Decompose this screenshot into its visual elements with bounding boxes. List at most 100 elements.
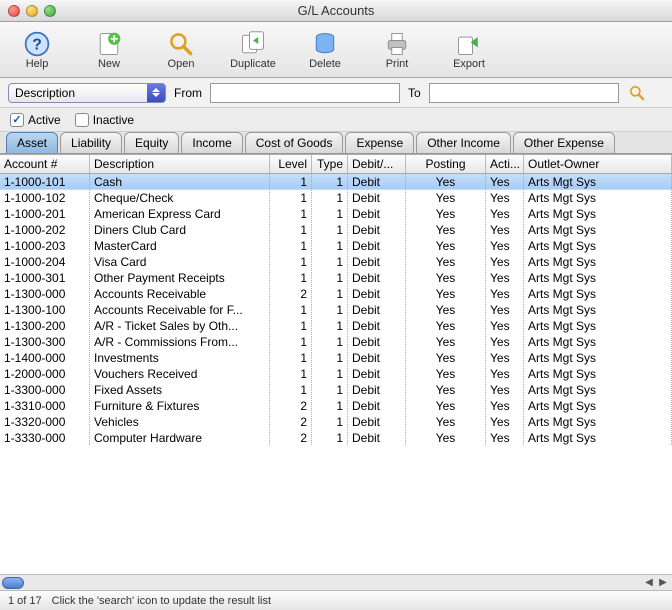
active-checkbox[interactable]: ✓ Active xyxy=(10,113,61,127)
tab-liability[interactable]: Liability xyxy=(60,132,122,153)
cell: 2 xyxy=(270,414,312,429)
cell: Yes xyxy=(406,414,486,429)
delete-button[interactable]: Delete xyxy=(298,30,352,70)
column-header[interactable]: Debit/... xyxy=(348,155,406,173)
cell: 1 xyxy=(312,382,348,397)
cell: 1-3300-000 xyxy=(0,382,90,397)
cell: Vehicles xyxy=(90,414,270,429)
toolbar: ? Help New Open Duplicate Delete Print E… xyxy=(0,22,672,78)
cell: Yes xyxy=(406,238,486,253)
inactive-checkbox[interactable]: Inactive xyxy=(75,113,134,127)
from-input[interactable] xyxy=(210,83,400,103)
cell: American Express Card xyxy=(90,206,270,221)
cell: Arts Mgt Sys xyxy=(524,174,672,189)
table-row[interactable]: 1-1300-200A/R - Ticket Sales by Oth...11… xyxy=(0,318,672,334)
cell: 1-1300-300 xyxy=(0,334,90,349)
table-row[interactable]: 1-1000-102Cheque/Check11DebitYesYesArts … xyxy=(0,190,672,206)
cell: 1 xyxy=(312,238,348,253)
to-input[interactable] xyxy=(429,83,619,103)
cell: Yes xyxy=(486,382,524,397)
open-button[interactable]: Open xyxy=(154,30,208,70)
search-field-dropdown[interactable]: Description xyxy=(8,83,166,103)
search-bar: Description From To xyxy=(0,78,672,108)
cell: Yes xyxy=(406,382,486,397)
cell: Accounts Receivable for F... xyxy=(90,302,270,317)
column-header[interactable]: Acti... xyxy=(486,155,524,173)
table-row[interactable]: 1-1000-202Diners Club Card11DebitYesYesA… xyxy=(0,222,672,238)
cell: Debit xyxy=(348,254,406,269)
cell: Arts Mgt Sys xyxy=(524,318,672,333)
cell: Debit xyxy=(348,174,406,189)
export-icon xyxy=(455,30,483,58)
cell: 1 xyxy=(312,350,348,365)
horizontal-scrollbar[interactable]: ◀ ▶ xyxy=(0,574,672,590)
cell: Arts Mgt Sys xyxy=(524,382,672,397)
tab-other-expense[interactable]: Other Expense xyxy=(513,132,615,153)
duplicate-button[interactable]: Duplicate xyxy=(226,30,280,70)
cell: Visa Card xyxy=(90,254,270,269)
table-row[interactable]: 1-1300-100Accounts Receivable for F...11… xyxy=(0,302,672,318)
help-button[interactable]: ? Help xyxy=(10,30,64,70)
table-row[interactable]: 1-1400-000Investments11DebitYesYesArts M… xyxy=(0,350,672,366)
cell: 1 xyxy=(270,382,312,397)
scroll-right-icon[interactable]: ▶ xyxy=(656,577,670,589)
cell: Fixed Assets xyxy=(90,382,270,397)
cell: Debit xyxy=(348,430,406,445)
open-icon xyxy=(167,30,195,58)
status-count: 1 of 17 xyxy=(8,595,42,607)
search-button[interactable] xyxy=(627,83,647,103)
table-row[interactable]: 1-3320-000Vehicles21DebitYesYesArts Mgt … xyxy=(0,414,672,430)
column-header[interactable]: Level xyxy=(270,155,312,173)
table-row[interactable]: 1-1300-000Accounts Receivable21DebitYesY… xyxy=(0,286,672,302)
cell: 1 xyxy=(312,174,348,189)
cell: Yes xyxy=(486,190,524,205)
scroll-left-icon[interactable]: ◀ xyxy=(642,577,656,589)
cell: 1 xyxy=(312,286,348,301)
cell: Arts Mgt Sys xyxy=(524,238,672,253)
scrollbar-thumb[interactable] xyxy=(2,577,24,589)
cell: A/R - Commissions From... xyxy=(90,334,270,349)
table-row[interactable]: 1-1000-101Cash11DebitYesYesArts Mgt Sys xyxy=(0,174,672,190)
tab-cost-of-goods[interactable]: Cost of Goods xyxy=(245,132,344,153)
table-row[interactable]: 1-1000-301Other Payment Receipts11DebitY… xyxy=(0,270,672,286)
table-row[interactable]: 1-3330-000Computer Hardware21DebitYesYes… xyxy=(0,430,672,446)
table-row[interactable]: 1-1000-203MasterCard11DebitYesYesArts Mg… xyxy=(0,238,672,254)
table-row[interactable]: 1-3300-000Fixed Assets11DebitYesYesArts … xyxy=(0,382,672,398)
cell: Yes xyxy=(406,334,486,349)
cell: Arts Mgt Sys xyxy=(524,430,672,445)
new-button[interactable]: New xyxy=(82,30,136,70)
tab-income[interactable]: Income xyxy=(181,132,242,153)
dropdown-arrows-icon xyxy=(147,84,165,102)
cell: Debit xyxy=(348,206,406,221)
cell: 1 xyxy=(270,334,312,349)
column-header[interactable]: Description xyxy=(90,155,270,173)
column-header[interactable]: Posting xyxy=(406,155,486,173)
table-row[interactable]: 1-3310-000Furniture & Fixtures21DebitYes… xyxy=(0,398,672,414)
cell: 1-1000-201 xyxy=(0,206,90,221)
column-header[interactable]: Account # xyxy=(0,155,90,173)
cell: Yes xyxy=(486,334,524,349)
export-button[interactable]: Export xyxy=(442,30,496,70)
cell: A/R - Ticket Sales by Oth... xyxy=(90,318,270,333)
tab-expense[interactable]: Expense xyxy=(345,132,414,153)
cell: Debit xyxy=(348,286,406,301)
table-header: Account #DescriptionLevelTypeDebit/...Po… xyxy=(0,155,672,174)
table-body: 1-1000-101Cash11DebitYesYesArts Mgt Sys1… xyxy=(0,174,672,446)
cell: 1 xyxy=(312,430,348,445)
tab-equity[interactable]: Equity xyxy=(124,132,179,153)
category-tabs: AssetLiabilityEquityIncomeCost of GoodsE… xyxy=(0,132,672,154)
table-row[interactable]: 1-1000-201American Express Card11DebitYe… xyxy=(0,206,672,222)
cell: Arts Mgt Sys xyxy=(524,270,672,285)
print-button[interactable]: Print xyxy=(370,30,424,70)
table-row[interactable]: 1-1000-204Visa Card11DebitYesYesArts Mgt… xyxy=(0,254,672,270)
tab-asset[interactable]: Asset xyxy=(6,132,58,153)
column-header[interactable]: Type xyxy=(312,155,348,173)
cell: 1-1400-000 xyxy=(0,350,90,365)
table-row[interactable]: 1-1300-300A/R - Commissions From...11Deb… xyxy=(0,334,672,350)
tab-other-income[interactable]: Other Income xyxy=(416,132,511,153)
cell: 1 xyxy=(312,398,348,413)
cell: 1 xyxy=(270,302,312,317)
column-header[interactable]: Outlet-Owner xyxy=(524,155,672,173)
cell: 1 xyxy=(270,206,312,221)
table-row[interactable]: 1-2000-000Vouchers Received11DebitYesYes… xyxy=(0,366,672,382)
